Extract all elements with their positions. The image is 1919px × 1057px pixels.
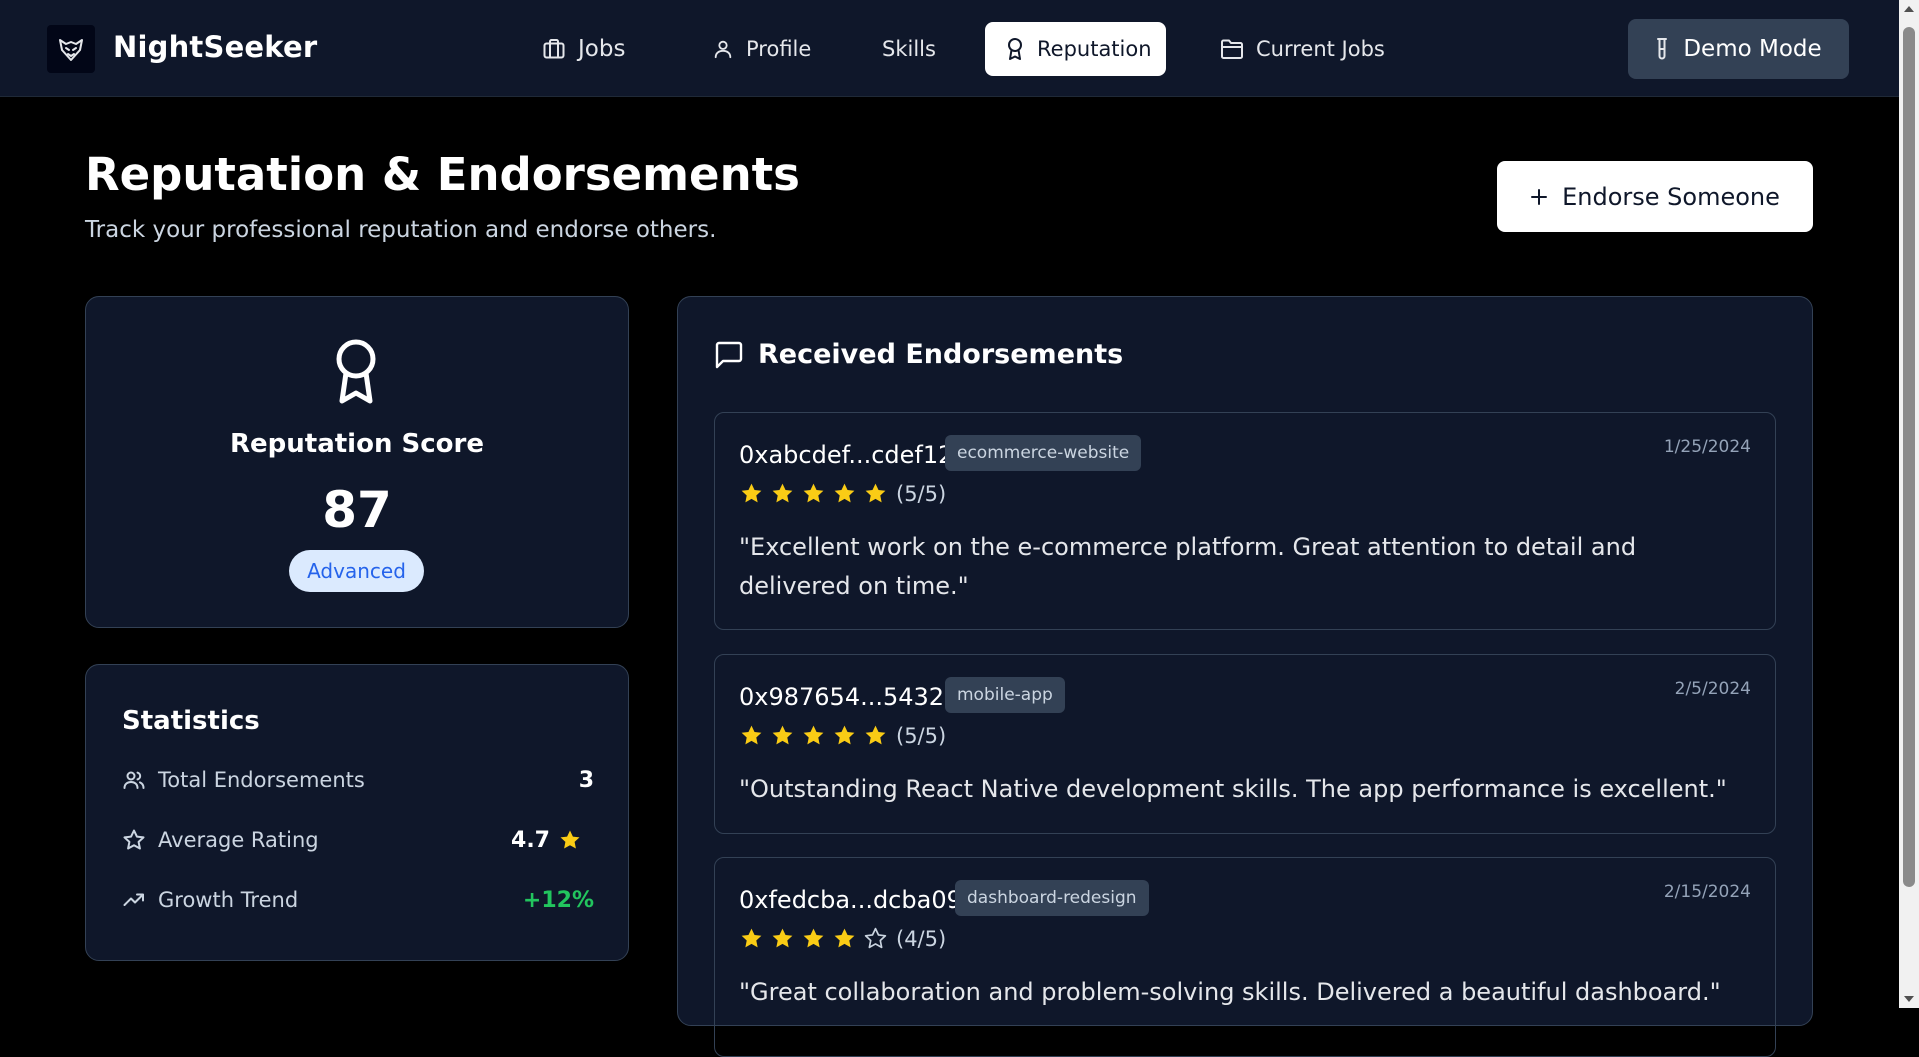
star-rating: (4/5) — [739, 926, 946, 951]
project-tag: mobile-app — [945, 677, 1065, 713]
received-endorsements-title: Received Endorsements — [758, 339, 1124, 370]
award-icon — [336, 339, 376, 404]
scrollbar-thumb[interactable] — [1903, 27, 1915, 887]
nav-jobs-label: Jobs — [578, 36, 626, 62]
reputation-score-label: Reputation Score — [230, 429, 484, 459]
rating-text: (5/5) — [896, 481, 947, 506]
brand-name[interactable]: NightSeeker — [113, 30, 317, 64]
star-filled-icon — [834, 725, 855, 745]
message-square-icon — [715, 341, 743, 368]
star-filled-icon — [834, 483, 855, 503]
star-filled-icon — [741, 928, 762, 948]
demo-mode-button[interactable]: Demo Mode — [1628, 19, 1849, 79]
nav-profile[interactable]: Profile — [692, 22, 831, 76]
star-rating: (5/5) — [739, 723, 946, 748]
reputation-level-badge: Advanced — [289, 550, 424, 592]
users-icon — [123, 771, 145, 789]
star-filled-icon — [834, 928, 855, 948]
stat-label: Total Endorsements — [158, 768, 365, 792]
nav-current-jobs[interactable]: Current Jobs — [1200, 22, 1405, 76]
project-tag: ecommerce-website — [945, 435, 1142, 471]
statistics-card: Statistics Total Endorsements 3 Average … — [85, 664, 629, 961]
star-outline-icon — [123, 829, 145, 850]
trending-up-icon — [123, 893, 144, 906]
star-filled-icon — [772, 725, 793, 745]
user-icon — [714, 40, 732, 59]
demo-mode-label: Demo Mode — [1683, 36, 1822, 62]
star-filled-icon — [803, 928, 824, 948]
endorsement-date: 2/5/2024 — [1674, 679, 1751, 699]
endorser-address[interactable]: 0xabcdef...cdef12 — [739, 441, 953, 469]
page-title: Reputation & Endorsements — [85, 148, 800, 201]
page-subtitle: Track your professional reputation and e… — [85, 217, 717, 243]
average-rating-number: 4.7 — [511, 827, 550, 853]
stat-label: Growth Trend — [158, 888, 299, 912]
stat-value: 3 — [578, 767, 594, 793]
star-filled-icon — [803, 483, 824, 503]
nav-current-jobs-label: Current Jobs — [1256, 37, 1385, 61]
scroll-up-arrow-icon[interactable] — [1904, 6, 1914, 12]
plus-icon — [1531, 188, 1548, 205]
reputation-score-card: Reputation Score 87 Advanced — [85, 296, 629, 628]
wolf-logo-icon — [59, 39, 83, 61]
received-endorsements-header: Received Endorsements — [714, 339, 1123, 370]
brand-logo[interactable] — [47, 25, 95, 73]
stat-label: Average Rating — [158, 828, 319, 852]
nav-skills-label: Skills — [882, 37, 936, 61]
reputation-score-value: 87 — [322, 481, 392, 539]
endorsement-date: 1/25/2024 — [1663, 437, 1751, 457]
endorsement-comment: "Great collaboration and problem-solving… — [739, 978, 1721, 1006]
rating-text: (5/5) — [896, 723, 947, 748]
stat-row-growth-trend: Growth Trend +12% — [122, 885, 594, 915]
endorsement-comment: "Excellent work on the e-commerce platfo… — [739, 533, 1637, 600]
endorsement-item: 0x987654...543210 mobile-app 2/5/2024 (5… — [714, 654, 1776, 834]
endorser-address[interactable]: 0x987654...543210 — [739, 683, 975, 711]
star-filled-icon — [741, 725, 762, 745]
stat-value-growth: +12% — [522, 887, 594, 913]
star-rating: (5/5) — [739, 481, 946, 506]
briefcase-icon — [543, 39, 565, 59]
stat-row-total-endorsements: Total Endorsements 3 — [122, 765, 594, 795]
star-filled-icon — [865, 725, 886, 745]
endorse-someone-label: Endorse Someone — [1562, 182, 1780, 211]
star-filled-icon — [741, 483, 762, 503]
endorse-someone-button[interactable]: Endorse Someone — [1497, 161, 1813, 232]
nav-reputation[interactable]: Reputation — [985, 22, 1166, 76]
folder-icon — [1221, 39, 1243, 59]
stat-row-average-rating: Average Rating 4.7 — [122, 825, 594, 855]
nav-skills[interactable]: Skills — [862, 22, 956, 76]
statistics-title: Statistics — [122, 706, 260, 736]
project-tag: dashboard-redesign — [955, 880, 1149, 916]
endorsement-item: 0xfedcba...dcba09 dashboard-redesign 2/1… — [714, 857, 1776, 1057]
nav-reputation-label: Reputation — [1037, 37, 1152, 61]
endorsement-date: 2/15/2024 — [1663, 882, 1751, 902]
nav-jobs[interactable]: Jobs — [522, 22, 645, 76]
nav-profile-label: Profile — [746, 37, 812, 61]
endorser-address[interactable]: 0xfedcba...dcba09 — [739, 886, 962, 914]
received-endorsements-card: Received Endorsements 0xabcdef...cdef12 … — [677, 296, 1813, 1057]
star-filled-icon — [803, 725, 824, 745]
test-tube-icon — [1657, 38, 1668, 60]
star-filled-icon — [560, 830, 580, 849]
endorsement-item: 0xabcdef...cdef12 ecommerce-website 1/25… — [714, 412, 1776, 630]
star-filled-icon — [772, 928, 793, 948]
star-filled-icon — [865, 483, 886, 503]
star-filled-icon — [772, 483, 793, 503]
page-scrollbar[interactable] — [1899, 0, 1919, 1008]
stat-value-average-rating: 4.7 — [511, 828, 594, 853]
scroll-down-arrow-icon[interactable] — [1904, 996, 1914, 1002]
award-icon — [1008, 38, 1022, 60]
endorsement-comment: "Outstanding React Native development sk… — [739, 775, 1727, 803]
top-navbar: NightSeeker Jobs Profile Skills Reputati… — [0, 0, 1899, 97]
star-empty-icon — [864, 927, 887, 949]
rating-text: (4/5) — [896, 926, 947, 951]
